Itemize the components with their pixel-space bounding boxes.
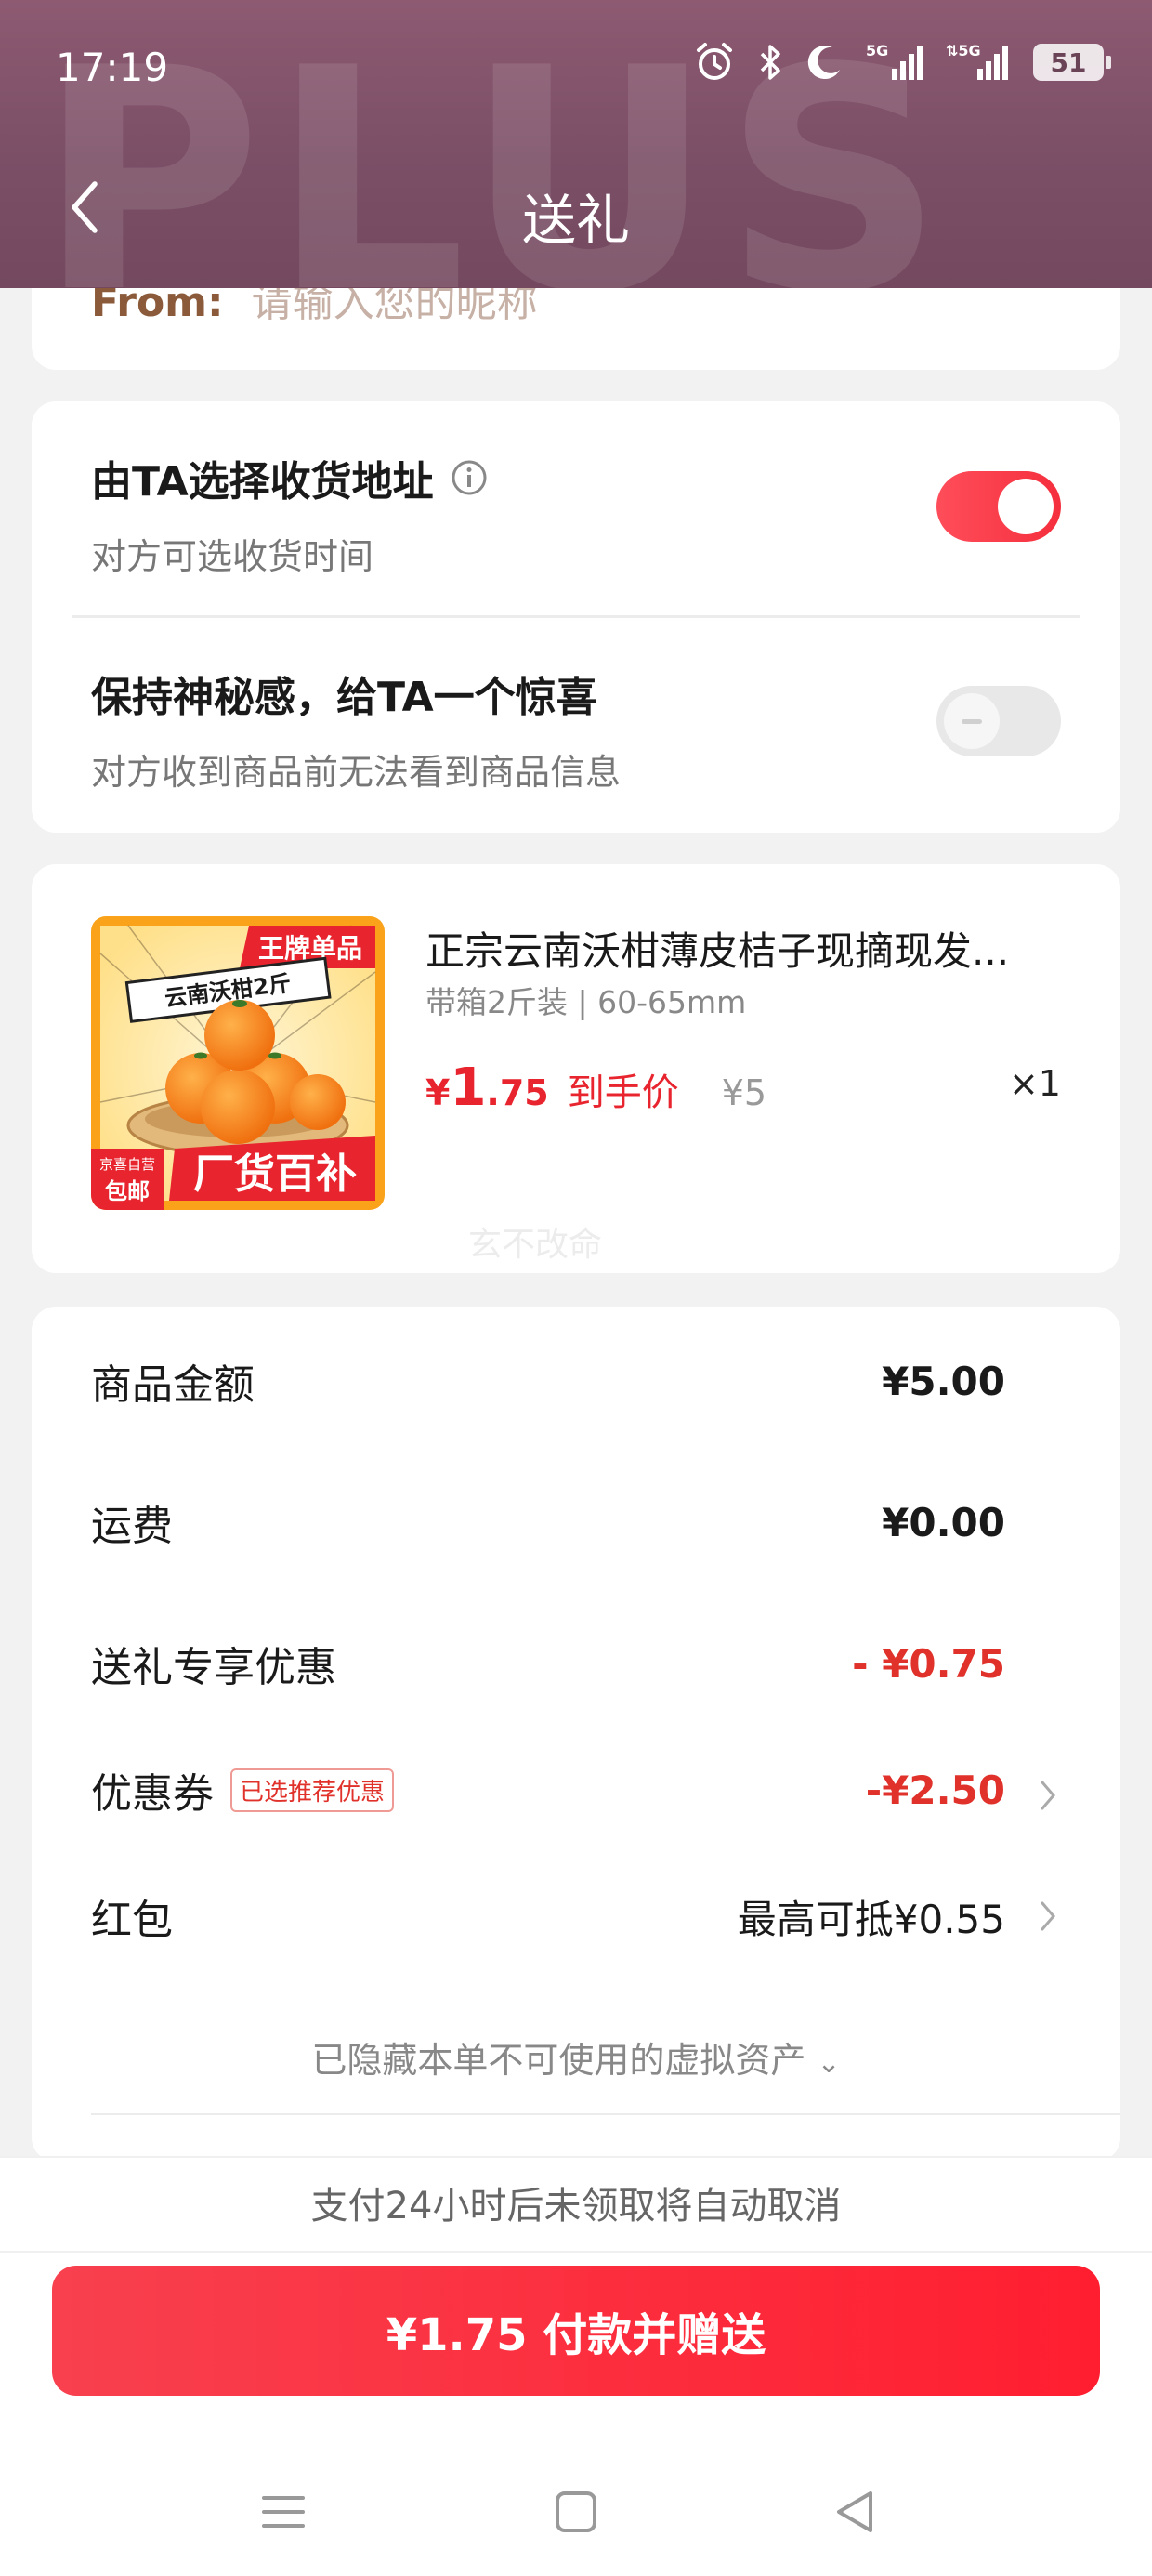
mystery-toggle[interactable] (936, 686, 1061, 756)
address-option-title: 由TA选择收货地址 (91, 448, 1067, 507)
red-packet-value: 最高可抵¥0.55 (737, 1896, 1005, 1942)
summary-row-shipping: 运费 ¥0.00 (91, 1494, 1061, 1551)
svg-text:京喜自营: 京喜自营 (99, 1156, 155, 1173)
quantity: ×1 (1008, 1063, 1061, 1104)
red-packet-value-wrap[interactable]: 最高可抵¥0.55 (738, 1888, 1061, 1945)
summary-row-gift-discount: 送礼专享优惠 - ¥0.75 (91, 1636, 1061, 1692)
original-price: ¥5 (721, 1072, 767, 1113)
back-triangle-icon[interactable] (822, 2479, 887, 2544)
product-title[interactable]: 正宗云南沃柑薄皮桔子现摘现发... (425, 920, 1076, 977)
status-bar: 17:19 5G ⇅5G 51 (0, 0, 1152, 130)
divider (91, 2113, 1120, 2115)
chevron-right-icon (1041, 1901, 1055, 1930)
svg-text:包邮: 包邮 (105, 1178, 150, 1204)
svg-text:厂货百补: 厂货百补 (193, 1150, 357, 1198)
mystery-option-title: 保持神秘感，给TA一个惊喜 (91, 674, 597, 721)
status-icons: 5G ⇅5G 51 (693, 41, 1111, 84)
price-integer: 1 (450, 1058, 487, 1118)
gift-options-card: 由TA选择收货地址 对方可选收货时间 保持神秘感，给TA一个惊喜 对方收到商品前… (32, 401, 1120, 833)
gift-discount-label: 送礼专享优惠 (91, 1644, 336, 1691)
red-packet-label: 红包 (91, 1897, 173, 1944)
header: PLUS 17:19 5G ⇅5G 51 送礼 (0, 0, 1152, 288)
page-title: 送礼 (521, 189, 630, 252)
nav-bar: 送礼 (0, 149, 1152, 269)
gift-discount-value: - ¥0.75 (852, 1640, 1005, 1687)
menu-icon[interactable] (251, 2479, 316, 2544)
summary-row-red-packet[interactable]: 红包 最高可抵¥0.55 (91, 1888, 1061, 1944)
toggle-knob (998, 479, 1054, 534)
bluetooth-icon (760, 45, 780, 80)
price-row: ¥ 1 .75 到手价 ¥5 (425, 1058, 766, 1118)
hidden-assets-toggle[interactable]: 已隐藏本单不可使用的虚拟资产 ⌄ (32, 2031, 1120, 2083)
order-summary-card: 商品金额 ¥5.00 运费 ¥0.00 送礼专享优惠 - ¥0.75 优惠券 已… (32, 1307, 1120, 2162)
moon-icon (807, 46, 840, 80)
mystery-option: 保持神秘感，给TA一个惊喜 对方收到商品前无法看到商品信息 (91, 664, 1067, 795)
system-nav-bar (0, 2461, 1152, 2554)
auto-cancel-notice: 支付24小时后未领取将自动取消 (0, 2156, 1152, 2253)
price-tag: 到手价 (567, 1071, 679, 1114)
signal-5g-icon: 5G (866, 42, 923, 80)
goods-amount-value: ¥5.00 (882, 1358, 1005, 1404)
status-time: 17:19 (56, 45, 169, 90)
svg-text:⇅5G: ⇅5G (946, 42, 981, 59)
shipping-label: 运费 (91, 1503, 173, 1550)
product-spec: 带箱2斤装 | 60-65mm (425, 984, 747, 1020)
coupon-label: 优惠券 (91, 1770, 214, 1818)
coupon-value: -¥2.50 (865, 1767, 1005, 1813)
chevron-right-icon (1041, 1781, 1055, 1809)
product-image[interactable]: 王牌单品 云南沃柑2斤 京喜自营 包邮 厂货百补 (91, 916, 385, 1210)
mystery-option-subtitle: 对方收到商品前无法看到商品信息 (91, 752, 622, 793)
address-option: 由TA选择收货地址 对方可选收货时间 (91, 448, 1067, 579)
coupon-label-group: 优惠券 已选推荐优惠 (91, 1760, 395, 1820)
battery-icon: 51 (1033, 44, 1111, 81)
price-decimal: .75 (486, 1072, 549, 1113)
bottom-area: ¥1.75 付款并赠送 (0, 2253, 1152, 2576)
summary-row-coupon[interactable]: 优惠券 已选推荐优惠 -¥2.50 (91, 1762, 1061, 1818)
toggle-knob (944, 693, 1000, 749)
svg-text:5G: 5G (866, 42, 888, 59)
signal-5g-icon-2: ⇅5G (946, 42, 1008, 80)
coupon-badge: 已选推荐优惠 (230, 1768, 395, 1812)
info-icon[interactable] (451, 459, 488, 496)
address-option-subtitle: 对方可选收货时间 (91, 536, 374, 577)
product-card[interactable]: 王牌单品 云南沃柑2斤 京喜自营 包邮 厂货百补 正宗云南沃柑薄皮桔子现摘现发.… (32, 864, 1120, 1273)
goods-amount-label: 商品金额 (91, 1361, 255, 1409)
address-toggle[interactable] (936, 471, 1061, 542)
alarm-icon (697, 43, 732, 80)
home-square-icon[interactable] (543, 2479, 609, 2544)
summary-row-goods: 商品金额 ¥5.00 (91, 1353, 1061, 1410)
chevron-down-icon: ⌄ (817, 2047, 841, 2080)
coupon-value-wrap[interactable]: -¥2.50 (866, 1768, 1061, 1813)
address-option-label: 由TA选择收货地址 (91, 458, 434, 506)
shipping-value: ¥0.00 (882, 1499, 1005, 1545)
price-currency: ¥ (425, 1072, 451, 1113)
watermark-text: 玄不改命 (468, 1226, 603, 1264)
hidden-assets-label: 已隐藏本单不可使用的虚拟资产 (311, 2040, 806, 2081)
pay-and-gift-button[interactable]: ¥1.75 付款并赠送 (52, 2266, 1100, 2396)
divider (72, 615, 1080, 618)
